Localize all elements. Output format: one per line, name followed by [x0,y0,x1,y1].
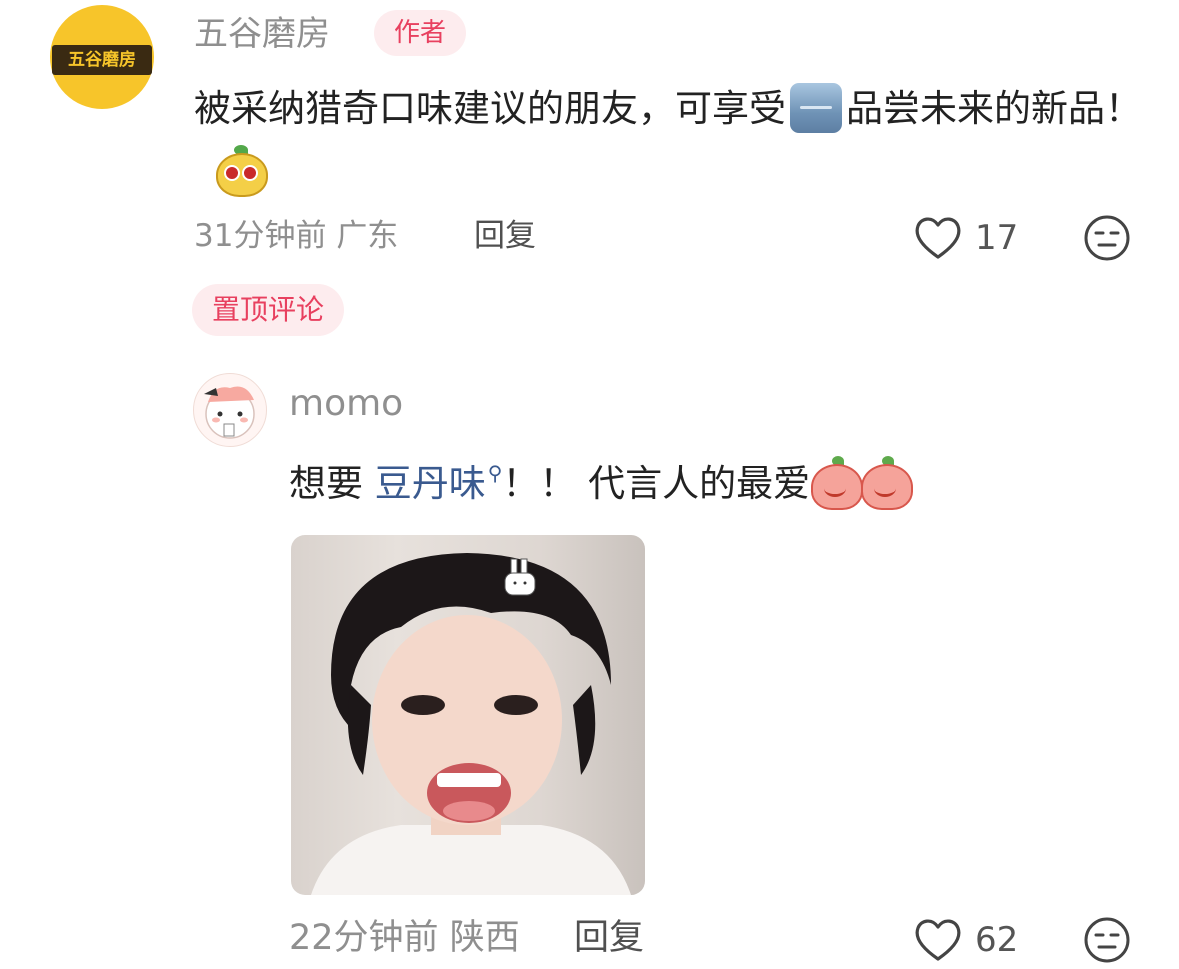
like-count: 17 [975,218,1019,258]
comment-text: 想要 豆丹味 ⚲！！ 代言人的最爱 [289,444,914,513]
pinned-comment-badge: 置顶评论 [192,284,345,336]
peach-emoji-icon [810,456,864,510]
avatar[interactable] [193,373,267,447]
comment-text: 被采纳猎奇口味建议的朋友，可享受 品尝未来的新品！ [194,78,1154,202]
comment-location: 陕西 [449,918,520,958]
comment-text-part: 想要 [289,462,375,505]
comment-text-part: 品尝未来的新品！ [846,87,1142,130]
comment-time: 31分钟前 [194,218,327,254]
neutral-face-icon [1084,917,1130,963]
comment-time: 22分钟前 [289,918,439,958]
comment-author-name[interactable]: 五谷磨房 [194,12,330,56]
comment-image[interactable] [291,535,645,895]
search-link[interactable]: 豆丹味 [375,462,486,505]
comment-text-part: ！！ 代言人的最爱 [502,462,811,505]
photo-person-image [311,553,631,895]
comment-thread: 五谷磨房 五谷磨房 作者 被采纳猎奇口味建议的朋友，可享受 品尝未来的新品！ 31… [0,0,1179,969]
mascot-emoji-icon [214,145,268,197]
comment-meta: 22分钟前 陕西 [289,916,520,960]
dislike-button[interactable] [1083,916,1131,968]
search-icon[interactable]: ⚲ [488,461,503,485]
reply-button[interactable]: 回复 [474,214,536,258]
avatar[interactable]: 五谷磨房 [50,5,154,109]
heart-icon [915,217,961,259]
brand-logo-text: 五谷磨房 [52,45,152,75]
peach-emoji-icon [860,456,914,510]
comment-author-name[interactable]: momo [289,382,403,426]
blue-box-emoji-icon [790,83,842,133]
comment-location: 广东 [336,218,399,254]
neutral-face-icon [1084,215,1130,261]
cartoon-avatar-icon [204,386,255,439]
comment-meta: 31分钟前 广东 [194,214,398,258]
like-count: 62 [975,920,1019,960]
comment-text-part: 被采纳猎奇口味建议的朋友，可享受 [194,87,786,130]
author-badge: 作者 [374,10,467,56]
reply-button[interactable]: 回复 [574,916,644,960]
heart-icon [915,919,961,961]
dislike-button[interactable] [1083,214,1131,266]
